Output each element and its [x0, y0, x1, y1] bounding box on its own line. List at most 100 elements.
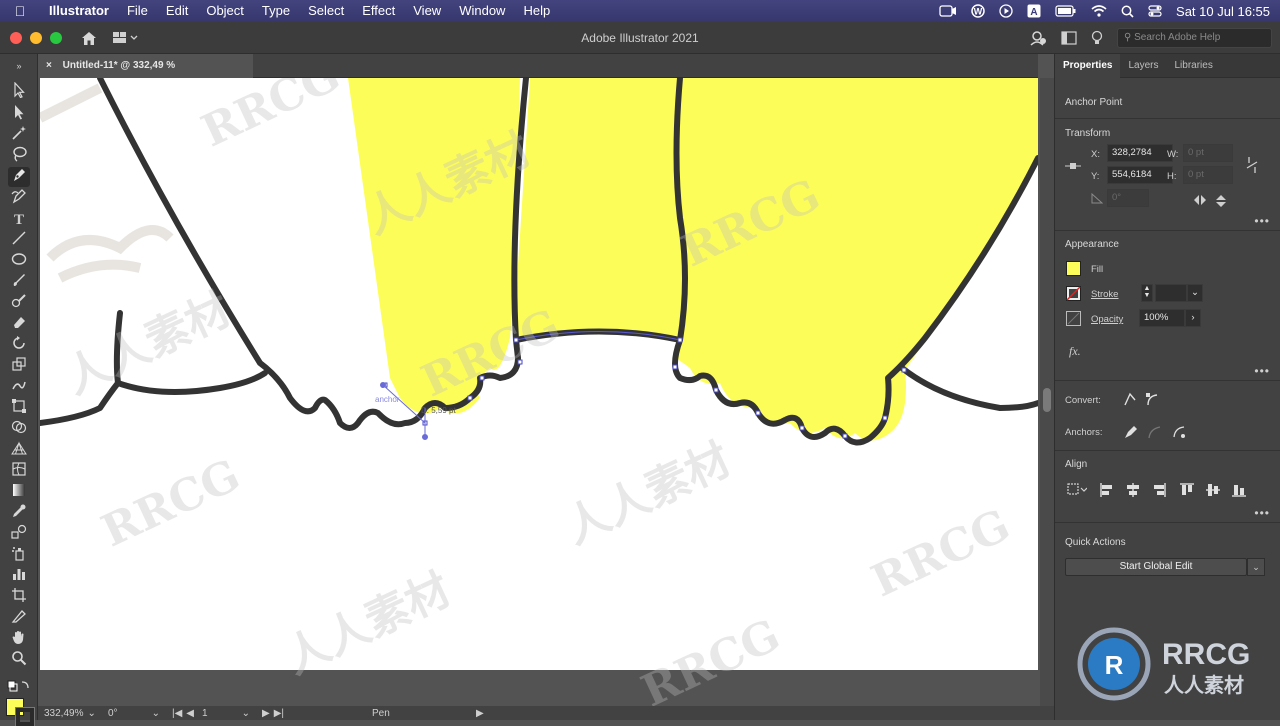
- discover-lightbulb-icon[interactable]: [1091, 30, 1103, 46]
- convert-to-corner-icon[interactable]: [1123, 392, 1137, 406]
- arrange-documents-icon[interactable]: [1061, 30, 1077, 45]
- default-colors-icon[interactable]: [4, 678, 34, 698]
- flip-horizontal-icon[interactable]: [1193, 194, 1207, 206]
- align-more-options-icon[interactable]: •••: [1254, 506, 1270, 520]
- artboard-next-buttons[interactable]: ▶ ▶|: [256, 708, 316, 719]
- menu-view[interactable]: View: [404, 0, 450, 22]
- close-window-button[interactable]: [10, 31, 22, 44]
- stroke-weight-stepper[interactable]: ▲ ▼: [1141, 284, 1153, 302]
- align-vertical-center-icon[interactable]: [1205, 482, 1221, 498]
- blend-tool-icon[interactable]: [8, 524, 30, 544]
- symbol-sprayer-tool-icon[interactable]: [8, 545, 30, 565]
- toolbar-collapse-icon[interactable]: »: [8, 56, 30, 76]
- ellipse-tool-icon[interactable]: [8, 251, 30, 271]
- rotation-angle-input[interactable]: 0°: [1107, 189, 1149, 207]
- scrollbar-thumb[interactable]: [1043, 388, 1051, 412]
- tab-layers[interactable]: Layers: [1120, 54, 1166, 78]
- appearance-more-options-icon[interactable]: •••: [1254, 364, 1270, 378]
- zoom-tool-icon[interactable]: [8, 650, 30, 670]
- menu-type[interactable]: Type: [253, 0, 299, 22]
- artboard[interactable]: anchor D: 5,59 pt: [40, 78, 1038, 670]
- menu-effect[interactable]: Effect: [353, 0, 404, 22]
- warp-tool-icon[interactable]: [8, 377, 30, 397]
- menu-edit[interactable]: Edit: [157, 0, 197, 22]
- last-artboard-icon[interactable]: ▶|: [274, 708, 284, 719]
- flip-vertical-icon[interactable]: [1215, 194, 1227, 208]
- artboard-navigator[interactable]: |◀ ◀ 1 ⌄: [166, 708, 256, 719]
- shaper-tool-icon[interactable]: [8, 293, 30, 313]
- slice-tool-icon[interactable]: [8, 608, 30, 628]
- isolate-path-icon[interactable]: [1171, 424, 1187, 440]
- align-right-icon[interactable]: [1151, 482, 1167, 498]
- lasso-tool-icon[interactable]: [8, 146, 30, 166]
- artboard-number[interactable]: 1: [202, 708, 208, 719]
- status-menu-arrow-icon[interactable]: ▶: [476, 708, 484, 719]
- document-tab[interactable]: × Untitled-11* @ 332,49 % (CMYK/Preview): [38, 54, 253, 95]
- stroke-weight-dropdown[interactable]: ⌄: [1187, 284, 1203, 302]
- direct-selection-tool-icon[interactable]: [8, 104, 30, 124]
- tab-properties[interactable]: Properties: [1055, 53, 1121, 78]
- line-segment-tool-icon[interactable]: [8, 230, 30, 250]
- stroke-swatch[interactable]: [15, 707, 35, 726]
- next-artboard-icon[interactable]: ▶: [262, 708, 270, 719]
- stroke-weight-input[interactable]: [1155, 284, 1187, 302]
- menu-file[interactable]: File: [118, 0, 157, 22]
- fill-label[interactable]: Fill: [1091, 264, 1103, 275]
- opacity-icon[interactable]: [1066, 311, 1081, 326]
- magic-wand-tool-icon[interactable]: [8, 125, 30, 145]
- hand-tool-icon[interactable]: [8, 629, 30, 649]
- workspace-switcher-icon[interactable]: [112, 31, 140, 45]
- artboard-tool-icon[interactable]: [8, 587, 30, 607]
- fx-effects-button[interactable]: fx.: [1069, 344, 1081, 359]
- menu-clock[interactable]: Sat 10 Jul 16:55: [1176, 4, 1270, 19]
- align-to-selection-icon[interactable]: [1067, 482, 1087, 496]
- menu-app-name[interactable]: Illustrator: [40, 0, 118, 22]
- opacity-arrow-button[interactable]: ›: [1185, 309, 1201, 327]
- align-left-icon[interactable]: [1099, 482, 1115, 498]
- first-artboard-icon[interactable]: |◀: [172, 708, 182, 719]
- tab-libraries[interactable]: Libraries: [1166, 54, 1220, 78]
- shape-builder-tool-icon[interactable]: [8, 419, 30, 439]
- align-top-icon[interactable]: [1179, 482, 1195, 498]
- global-edit-options-dropdown[interactable]: ⌄: [1247, 558, 1265, 576]
- vertical-scrollbar[interactable]: [1040, 78, 1054, 706]
- opacity-input[interactable]: 100%: [1139, 309, 1185, 327]
- screen-record-icon[interactable]: [939, 5, 957, 17]
- align-bottom-icon[interactable]: [1231, 482, 1247, 498]
- artwork[interactable]: anchor D: 5,59 pt: [40, 78, 1038, 670]
- close-tab-icon[interactable]: ×: [46, 60, 52, 71]
- zoom-window-button[interactable]: [50, 31, 62, 44]
- rotation-field[interactable]: 0° ⌄: [102, 708, 166, 719]
- pen-tool-icon[interactable]: [8, 167, 30, 187]
- scale-tool-icon[interactable]: [8, 356, 30, 376]
- menu-help[interactable]: Help: [514, 0, 559, 22]
- prev-artboard-icon[interactable]: ◀: [186, 708, 194, 719]
- home-icon[interactable]: [80, 30, 98, 46]
- align-horizontal-center-icon[interactable]: [1125, 482, 1141, 498]
- minimize-window-button[interactable]: [30, 31, 42, 44]
- start-global-edit-button[interactable]: Start Global Edit: [1065, 558, 1247, 576]
- spotlight-search-icon[interactable]: [1121, 5, 1134, 18]
- gradient-tool-icon[interactable]: [8, 482, 30, 502]
- free-transform-tool-icon[interactable]: [8, 398, 30, 418]
- column-graph-tool-icon[interactable]: [8, 566, 30, 586]
- y-position-input[interactable]: 554,6184: [1107, 166, 1173, 184]
- curvature-tool-icon[interactable]: [8, 188, 30, 208]
- reference-point-icon[interactable]: [1065, 158, 1081, 174]
- transform-more-options-icon[interactable]: •••: [1254, 214, 1270, 228]
- perspective-grid-tool-icon[interactable]: [8, 440, 30, 460]
- remove-anchor-icon[interactable]: [1123, 424, 1139, 440]
- apple-icon[interactable]: : [0, 3, 40, 19]
- eraser-tool-icon[interactable]: [8, 314, 30, 334]
- menu-object[interactable]: Object: [197, 0, 253, 22]
- selection-tool-icon[interactable]: [8, 81, 30, 102]
- control-center-icon[interactable]: [1148, 5, 1162, 17]
- canvas-area[interactable]: anchor D: 5,59 pt RRCG 人人素材 RRCG 人人素材 RR…: [38, 78, 1040, 706]
- stroke-color-swatch[interactable]: [1066, 286, 1081, 301]
- eyedropper-tool-icon[interactable]: [8, 503, 30, 523]
- menu-select[interactable]: Select: [299, 0, 353, 22]
- paintbrush-tool-icon[interactable]: [8, 272, 30, 292]
- height-input[interactable]: 0 pt: [1183, 166, 1233, 184]
- cut-path-icon[interactable]: [1147, 424, 1163, 440]
- width-input[interactable]: 0 pt: [1183, 144, 1233, 162]
